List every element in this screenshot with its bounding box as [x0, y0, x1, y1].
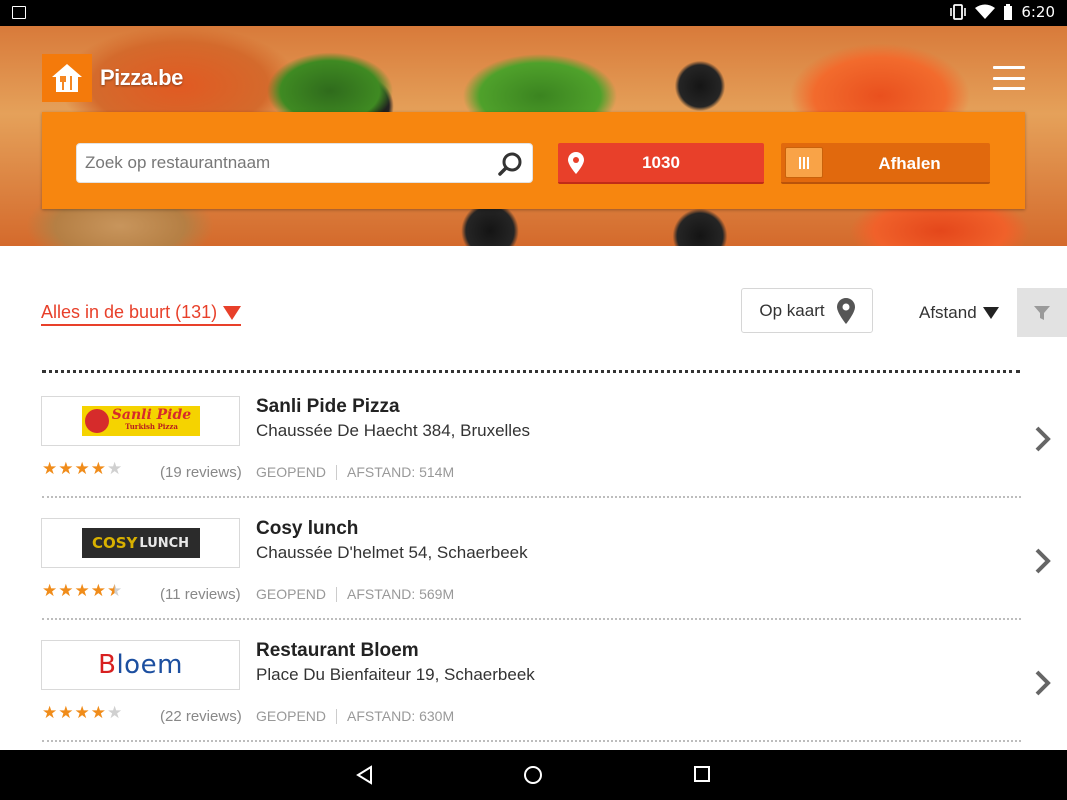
- hero-banner: Pizza.be 1030 Afhalen: [0, 26, 1067, 246]
- system-nav-bar: [0, 750, 1067, 800]
- battery-icon: [1004, 3, 1013, 20]
- star-icon: ★: [74, 703, 90, 723]
- distance: AFSTAND: 630M: [347, 708, 455, 724]
- star-icon: ★: [58, 703, 74, 723]
- location-pin-icon: [836, 297, 855, 324]
- postcode-button[interactable]: 1030: [558, 143, 764, 184]
- status-icons: 6:20: [949, 3, 1055, 21]
- star-icon: ★: [42, 459, 58, 479]
- home-icon[interactable]: [523, 765, 543, 785]
- bloem-logo: Bloem: [98, 650, 183, 680]
- triangle-down-icon: [223, 305, 242, 320]
- funnel-icon: [1034, 305, 1050, 320]
- triangle-down-icon: [982, 307, 999, 319]
- chevron-right-icon[interactable]: [1034, 548, 1052, 574]
- restaurant-name: Sanli Pide Pizza: [256, 396, 400, 417]
- separator: [336, 464, 338, 480]
- restaurant-list: Sanli Pide Turkish Pizza Sanli Pide Pizza…: [0, 378, 1067, 744]
- app-logo[interactable]: Pizza.be: [42, 54, 183, 102]
- house-fork-icon: [42, 54, 92, 102]
- nearby-label: Alles in de buurt (131): [41, 302, 218, 322]
- open-status: GEOPEND: [256, 708, 327, 724]
- cosy-lunch-logo: COSY LUNCH: [81, 528, 200, 558]
- vibrate-icon: [950, 4, 967, 20]
- restaurant-logo: COSY LUNCH: [41, 518, 240, 568]
- chevron-right-icon[interactable]: [1034, 670, 1052, 696]
- clock: 6:20: [1021, 3, 1055, 21]
- star-icon: ★: [90, 581, 106, 601]
- star-rating: ★ ★ ★ ★ ★: [42, 583, 122, 600]
- map-label: Op kaart: [759, 300, 825, 320]
- separator: [336, 586, 338, 602]
- pickup-label: Afhalen: [878, 154, 941, 173]
- restaurant-item[interactable]: COSY LUNCH Cosy lunch Chaussée D'helmet 5…: [0, 500, 1067, 622]
- sanli-pide-logo: Sanli Pide Turkish Pizza: [81, 406, 200, 436]
- search-field[interactable]: [76, 143, 533, 183]
- star-icon: ★: [107, 703, 123, 723]
- sort-label: Afstand: [919, 303, 977, 322]
- sort-dropdown[interactable]: Afstand: [919, 303, 999, 323]
- open-status: GEOPEND: [256, 586, 327, 602]
- distance: AFSTAND: 569M: [347, 586, 455, 602]
- restaurant-logo: Bloem: [41, 640, 240, 690]
- distance: AFSTAND: 514M: [347, 464, 455, 480]
- star-icon: ★: [74, 581, 90, 601]
- review-count: (11 reviews): [160, 586, 241, 603]
- star-icon: ★: [42, 581, 58, 601]
- star-rating: ★ ★ ★ ★ ★: [42, 461, 122, 478]
- logo-text: Pizza.be: [100, 65, 183, 90]
- star-icon: ★: [90, 703, 106, 723]
- wifi-icon: [975, 4, 996, 19]
- recent-apps-icon[interactable]: [693, 765, 711, 783]
- location-pin-icon: [568, 152, 584, 174]
- list-divider: [42, 370, 1020, 373]
- restaurant-address: Chaussée De Haecht 384, Bruxelles: [256, 421, 531, 440]
- restaurant-item[interactable]: Sanli Pide Turkish Pizza Sanli Pide Pizza…: [0, 378, 1067, 500]
- restaurant-logo: Sanli Pide Turkish Pizza: [41, 396, 240, 446]
- half-star-icon: ★: [107, 581, 123, 601]
- restaurant-name: Cosy lunch: [256, 518, 359, 539]
- hamburger-menu-icon[interactable]: [993, 66, 1025, 90]
- search-panel: 1030 Afhalen: [42, 112, 1025, 209]
- nearby-filter-dropdown[interactable]: Alles in de buurt (131): [41, 302, 242, 326]
- star-icon: ★: [74, 459, 90, 479]
- restaurant-address: Chaussée D'helmet 54, Schaerbeek: [256, 543, 528, 562]
- image-notification-icon: [12, 6, 26, 19]
- map-view-button[interactable]: Op kaart: [741, 288, 873, 333]
- toggle-handle-icon[interactable]: [785, 147, 823, 178]
- restaurant-item[interactable]: Bloem Restaurant Bloem Place Du Bienfait…: [0, 622, 1067, 744]
- restaurant-address: Place Du Bienfaiteur 19, Schaerbeek: [256, 665, 535, 684]
- search-icon[interactable]: [498, 151, 524, 177]
- filter-button[interactable]: [1017, 288, 1067, 337]
- search-input[interactable]: [77, 144, 487, 182]
- restaurant-name: Restaurant Bloem: [256, 640, 419, 661]
- star-icon: ★: [58, 459, 74, 479]
- restaurant-meta: GEOPEND AFSTAND: 514M: [256, 464, 454, 480]
- pickup-toggle-button[interactable]: Afhalen: [781, 143, 990, 184]
- review-count: (19 reviews): [160, 464, 242, 481]
- postcode-label: 1030: [642, 152, 680, 172]
- restaurant-meta: GEOPEND AFSTAND: 569M: [256, 586, 454, 602]
- review-count: (22 reviews): [160, 708, 242, 725]
- chevron-right-icon[interactable]: [1034, 426, 1052, 452]
- open-status: GEOPEND: [256, 464, 327, 480]
- star-rating: ★ ★ ★ ★ ★: [42, 705, 122, 722]
- back-icon[interactable]: [355, 765, 375, 785]
- star-icon: ★: [90, 459, 106, 479]
- star-icon: ★: [58, 581, 74, 601]
- star-icon: ★: [107, 459, 123, 479]
- restaurant-meta: GEOPEND AFSTAND: 630M: [256, 708, 454, 724]
- status-bar: 6:20: [0, 0, 1067, 26]
- star-icon: ★: [42, 703, 58, 723]
- separator: [336, 708, 338, 724]
